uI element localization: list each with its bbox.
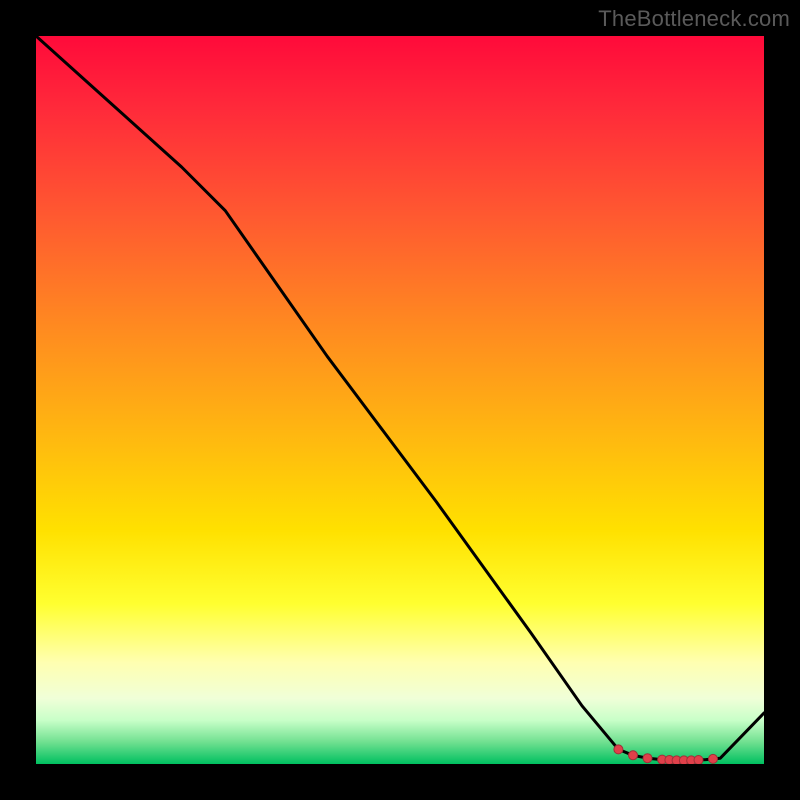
- marker-series: [36, 36, 764, 764]
- watermark-text: TheBottleneck.com: [598, 6, 790, 32]
- marker-point: [709, 754, 718, 763]
- plot-area: [36, 36, 764, 764]
- chart-frame: TheBottleneck.com: [0, 0, 800, 800]
- marker-point: [643, 754, 652, 763]
- marker-point: [694, 756, 703, 765]
- marker-point: [614, 745, 623, 754]
- marker-point: [629, 751, 638, 760]
